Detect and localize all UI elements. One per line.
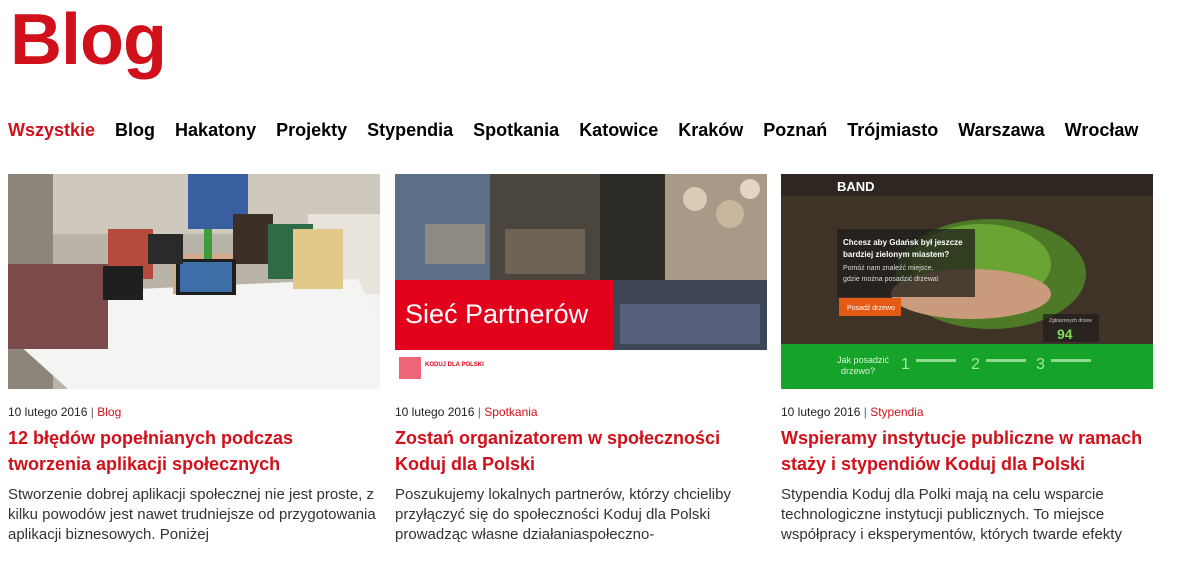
- post-meta: 10 lutego 2016 | Spotkania: [395, 405, 767, 419]
- post-meta: 10 lutego 2016 | Stypendia: [781, 405, 1153, 419]
- step-number: 1: [901, 356, 910, 373]
- post-title-link[interactable]: Wspieramy instytucje publiczne w ramach …: [781, 425, 1153, 477]
- post-category-link[interactable]: Spotkania: [484, 405, 537, 419]
- meta-separator: |: [90, 405, 94, 419]
- post-excerpt: Stworzenie dobrej aplikacji społecznej n…: [8, 486, 376, 543]
- post-card: 10 lutego 2016 | Blog 12 błędów popełnia…: [8, 174, 380, 545]
- question-line-2: drzewo?: [841, 366, 875, 376]
- counter-label: Zgłoszonych drzew: [1049, 318, 1092, 324]
- step-number: 3: [1036, 356, 1045, 373]
- koduj-logo-text: KODUJ DLA POLSKI: [425, 362, 484, 368]
- post-date: 10 lutego 2016: [395, 405, 475, 419]
- nav-item-warszawa[interactable]: Warszawa: [958, 118, 1044, 142]
- nav-item-wroclaw[interactable]: Wrocław: [1065, 118, 1139, 142]
- counter-value: 94: [1057, 326, 1073, 342]
- nav-item-spotkania[interactable]: Spotkania: [473, 118, 559, 142]
- nav-item-katowice[interactable]: Katowice: [579, 118, 658, 142]
- category-nav: Wszystkie Blog Hakatony Projekty Stypend…: [8, 118, 1158, 142]
- nav-item-krakow[interactable]: Kraków: [678, 118, 743, 142]
- nav-item-projekty[interactable]: Projekty: [276, 118, 347, 142]
- post-date: 10 lutego 2016: [781, 405, 861, 419]
- partner-network-image: Sieć Partnerów KODUJ DLA POLSKI: [395, 174, 767, 389]
- meta-separator: |: [863, 405, 867, 419]
- post-date: 10 lutego 2016: [8, 405, 88, 419]
- post-card: BAND Chcesz aby Gdańsk był jeszcze bardz…: [781, 174, 1153, 545]
- nav-item-trojmiasto[interactable]: Trójmiasto: [847, 118, 938, 142]
- headline-line-2: bardziej zielonym miastem?: [843, 250, 949, 259]
- sub-line-2: gdzie można posadzić drzewa!: [843, 276, 939, 283]
- headline-line-1: Chcesz aby Gdańsk był jeszcze: [843, 238, 963, 247]
- post-thumbnail[interactable]: BAND Chcesz aby Gdańsk był jeszcze bardz…: [781, 174, 1153, 389]
- question-line-1: Jak posadzić: [837, 355, 890, 365]
- sub-line-1: Pomóż nam znaleźć miejsce,: [843, 265, 934, 272]
- band-logo-text: BAND: [837, 179, 875, 194]
- post-thumbnail[interactable]: Sieć Partnerów KODUJ DLA POLSKI: [395, 174, 767, 389]
- nav-item-wszystkie[interactable]: Wszystkie: [8, 118, 95, 142]
- post-excerpt: Stypendia Koduj dla Polki mają na celu w…: [781, 486, 1122, 543]
- step-number: 2: [971, 356, 980, 373]
- nav-item-hakatony[interactable]: Hakatony: [175, 118, 256, 142]
- post-title-link[interactable]: Zostań organizatorem w społeczności Kodu…: [395, 425, 767, 477]
- post-card: Sieć Partnerów KODUJ DLA POLSKI 10 luteg…: [395, 174, 767, 545]
- post-meta: 10 lutego 2016 | Blog: [8, 405, 380, 419]
- office-photo-image: [8, 174, 380, 389]
- banner-text: Sieć Partnerów: [405, 299, 589, 329]
- nav-item-poznan[interactable]: Poznań: [763, 118, 827, 142]
- post-thumbnail[interactable]: [8, 174, 380, 389]
- tree-planting-image: BAND Chcesz aby Gdańsk był jeszcze bardz…: [781, 174, 1153, 389]
- meta-separator: |: [477, 405, 481, 419]
- cta-text: Posadź drzewo: [847, 305, 895, 312]
- nav-item-stypendia[interactable]: Stypendia: [367, 118, 453, 142]
- post-category-link[interactable]: Stypendia: [870, 405, 923, 419]
- nav-item-blog[interactable]: Blog: [115, 118, 155, 142]
- post-category-link[interactable]: Blog: [97, 405, 121, 419]
- post-excerpt: Poszukujemy lokalnych partnerów, którzy …: [395, 486, 731, 543]
- page-title: Blog: [10, 0, 167, 80]
- post-title-link[interactable]: 12 błędów popełnianych podczas tworzenia…: [8, 425, 380, 477]
